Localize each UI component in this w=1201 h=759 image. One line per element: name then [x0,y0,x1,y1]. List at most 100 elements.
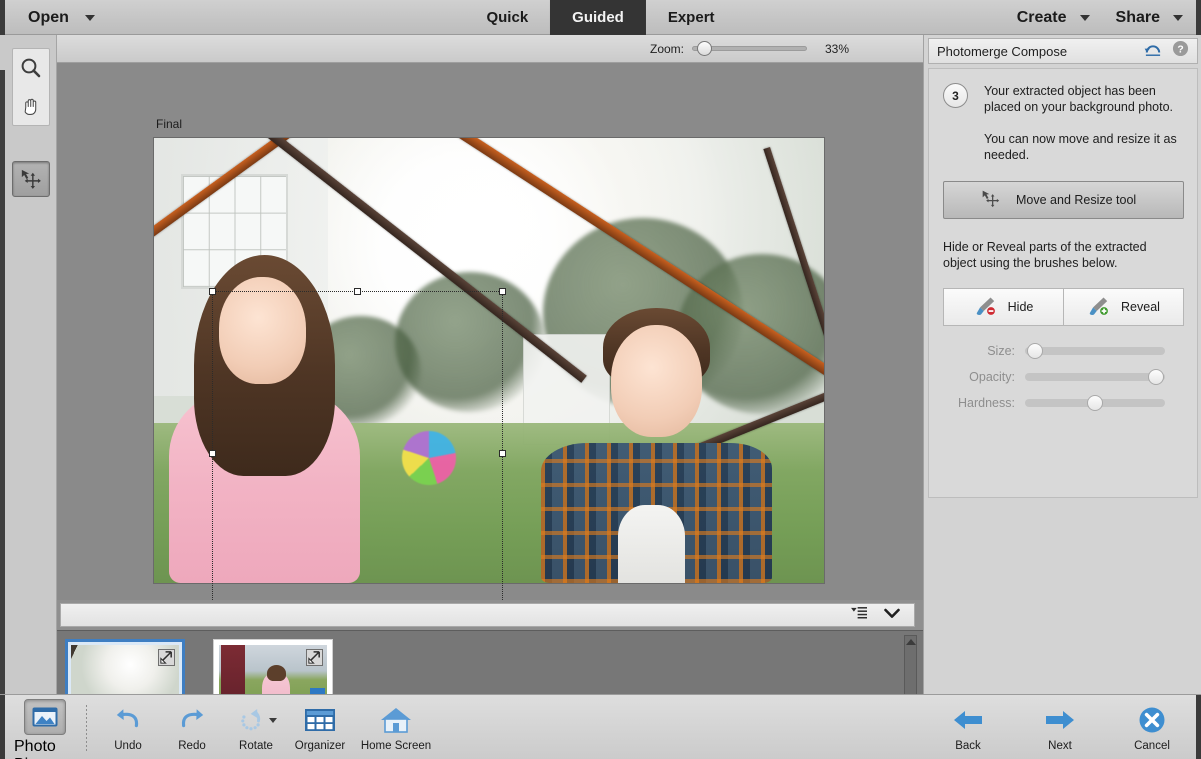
bottom-right-actions: Back Next Cancel [937,699,1183,752]
move-tool-button[interactable] [12,161,50,197]
list-menu-icon[interactable] [851,605,868,625]
options-bar: Zoom: 33% [57,35,923,63]
organizer-grid-icon [304,703,336,737]
tab-quick[interactable]: Quick [464,0,550,35]
arrow-right-icon [1044,703,1076,737]
rotate-icon [236,703,277,737]
extracted-girl[interactable] [161,227,369,583]
window-edge-left [0,0,5,35]
home-screen-label: Home Screen [361,740,431,752]
canvas-stage[interactable]: Final [57,63,923,600]
share-menu-label: Share [1116,9,1160,27]
opacity-slider-row: Opacity: [943,370,1183,384]
composite-photo[interactable] [153,137,825,584]
redo-button[interactable]: Redo [161,699,223,752]
create-menu-button[interactable]: Create [1017,9,1090,27]
scroll-up-arrow-icon[interactable] [906,639,916,645]
hide-brush-button[interactable]: Hide [943,288,1064,326]
hardness-slider-handle[interactable] [1087,395,1103,411]
arrow-left-icon [952,703,984,737]
mode-tabs: Quick Guided Expert [464,0,736,35]
bottom-toolbar: Photo Bin Undo [0,694,1201,759]
cancel-button[interactable]: Cancel [1121,699,1183,752]
next-label: Next [1048,740,1072,752]
move-resize-icon [980,189,1002,212]
move-resize-icon [19,168,43,190]
size-slider[interactable] [1025,347,1165,355]
rotate-label: Rotate [239,740,273,752]
hardness-slider-row: Hardness: [943,396,1183,410]
back-label: Back [955,740,981,752]
opacity-slider-handle[interactable] [1148,369,1164,385]
zoom-slider-handle[interactable] [697,41,712,56]
revert-arrow-icon[interactable] [1144,41,1162,62]
reveal-brush-label: Reveal [1121,300,1160,314]
cancel-x-icon [1138,703,1166,737]
move-and-resize-tool-button[interactable]: Move and Resize tool [943,181,1184,219]
window-edge-right-bottom [1196,695,1201,759]
boy-tshirt [618,505,686,583]
home-screen-button[interactable]: Home Screen [353,699,439,752]
chevron-down-icon [1080,15,1090,21]
bottom-left-tools: Photo Bin Undo [14,699,439,759]
create-menu-label: Create [1017,9,1067,27]
size-slider-handle[interactable] [1027,343,1043,359]
search-icon [19,56,43,80]
home-icon [380,703,412,737]
tab-guided-label: Guided [572,9,624,26]
chevron-down-icon [85,15,95,21]
zoom-label: Zoom: [650,42,684,56]
brush-mode-buttons: Hide Reveal [943,288,1184,326]
brush-minus-icon [974,296,998,319]
chevron-down-icon [1173,15,1183,21]
open-menu-label: Open [28,9,69,27]
rotate-button[interactable]: Rotate [225,699,287,752]
photo-pinwheel [402,431,456,485]
canvas-status-bar [57,600,923,630]
step-instruction: 3 Your extracted object has been placed … [943,83,1183,115]
organizer-button[interactable]: Organizer [289,699,351,752]
open-menu-button[interactable]: Open [22,3,101,32]
tool-rail [0,35,57,694]
window-edge-left-bottom [0,695,5,759]
top-menu-bar: Open Quick Guided Expert Create Share [0,0,1201,35]
reveal-brush-button[interactable]: Reveal [1064,288,1184,326]
tab-expert[interactable]: Expert [646,0,737,35]
chevron-down-icon[interactable] [884,606,900,624]
next-button[interactable]: Next [1029,699,1091,752]
step-subtext: You can now move and resize it as needed… [984,131,1183,163]
image-title-label: Final [156,117,182,131]
brush-instructions-text: Hide or Reveal parts of the extracted ob… [943,239,1183,271]
brush-sliders: Size: Opacity: Hardness: [943,344,1183,410]
window-edge-right [1196,0,1201,35]
help-question-icon[interactable]: ? [1172,40,1189,62]
hand-tool-button[interactable] [13,87,49,125]
photo-bin-button[interactable]: Photo Bin [14,699,76,759]
organizer-label: Organizer [295,740,346,752]
back-button[interactable]: Back [937,699,999,752]
undo-button[interactable]: Undo [97,699,159,752]
zoom-tool-button[interactable] [13,49,49,87]
application-window: Open Quick Guided Expert Create Share [0,0,1201,759]
move-and-resize-tool-label: Move and Resize tool [1016,193,1136,207]
opacity-slider[interactable] [1025,373,1165,381]
share-menu-button[interactable]: Share [1116,9,1183,27]
zoom-slider[interactable] [692,46,807,51]
toolbar-divider [86,705,87,751]
hide-brush-label: Hide [1008,300,1034,314]
tab-guided[interactable]: Guided [550,0,646,35]
zoom-percent-value: 33% [815,42,849,56]
guided-edit-panel: Photomerge Compose ? [923,35,1201,694]
open-in-editor-badge-icon [306,649,323,666]
opacity-slider-label: Opacity: [943,370,1015,384]
editor-canvas-area: Zoom: 33% Final [57,35,923,694]
open-in-editor-badge-icon [158,649,175,666]
status-bar-inner [60,603,915,627]
step-number-badge: 3 [943,83,968,108]
thumbnail-girl-hair [267,665,286,682]
hardness-slider-label: Hardness: [943,396,1015,410]
girl-face [219,277,306,384]
chevron-down-icon[interactable] [269,718,277,723]
boy-face [611,325,703,437]
hardness-slider[interactable] [1025,399,1165,407]
